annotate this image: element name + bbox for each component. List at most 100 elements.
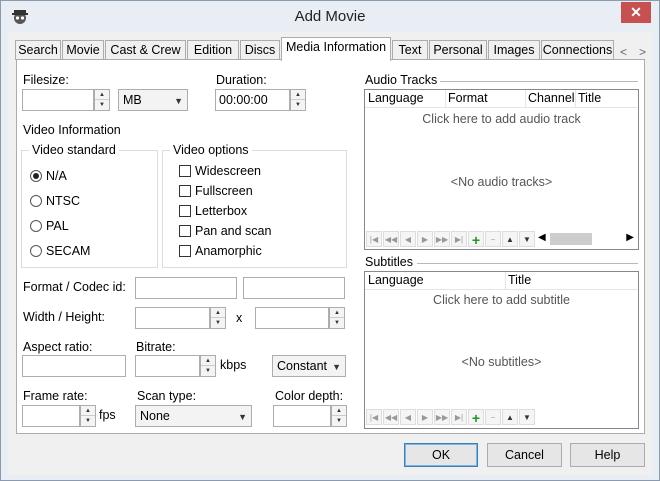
width-input[interactable]: [135, 307, 210, 329]
duration-spinner[interactable]: ▲ ▼: [290, 89, 306, 111]
spin-up-icon[interactable]: ▲: [291, 90, 305, 100]
next-icon[interactable]: ▶: [417, 231, 433, 247]
anamorphic-checkbox[interactable]: [179, 245, 191, 257]
tab-movie[interactable]: Movie: [62, 40, 104, 60]
filesize-unit-select[interactable]: MB ▼: [118, 89, 188, 111]
frame-rate-unit: fps: [99, 408, 116, 422]
audio-col-format[interactable]: Format: [448, 91, 488, 105]
codec-id-input[interactable]: [243, 277, 345, 299]
add-icon[interactable]: +: [468, 409, 484, 426]
spin-up-icon[interactable]: ▲: [81, 406, 95, 416]
color-depth-input[interactable]: [273, 405, 331, 427]
height-input[interactable]: [255, 307, 329, 329]
scroll-thumb[interactable]: [550, 233, 592, 245]
move-down-icon[interactable]: ▼: [519, 231, 535, 247]
next-icon[interactable]: ▶: [417, 409, 433, 425]
spin-down-icon[interactable]: ▼: [330, 318, 344, 328]
aspect-ratio-input[interactable]: [22, 355, 126, 377]
move-down-icon[interactable]: ▼: [519, 409, 535, 425]
close-button[interactable]: ✕: [621, 2, 651, 23]
first-icon[interactable]: |◀: [366, 231, 382, 247]
audio-tracks-grid[interactable]: Language Format Channel Title Click here…: [364, 89, 639, 250]
help-button[interactable]: Help: [570, 443, 645, 467]
duration-input[interactable]: 00:00:00: [215, 89, 290, 111]
next-page-icon[interactable]: ▶▶: [434, 409, 450, 425]
radio-pal[interactable]: [30, 220, 42, 232]
video-information-heading: Video Information: [23, 123, 121, 137]
radio-secam[interactable]: [30, 245, 42, 257]
tab-discs[interactable]: Discs: [240, 40, 280, 60]
filesize-input[interactable]: [22, 89, 94, 111]
radio-na[interactable]: [30, 170, 42, 182]
add-audio-track-row[interactable]: Click here to add audio track: [365, 112, 638, 126]
audio-col-language[interactable]: Language: [368, 91, 424, 105]
spin-up-icon[interactable]: ▲: [330, 308, 344, 318]
move-up-icon[interactable]: ▲: [502, 409, 518, 425]
no-subtitles-text: <No subtitles>: [461, 355, 542, 369]
tab-images[interactable]: Images: [488, 40, 540, 60]
bitrate-spinner[interactable]: ▲ ▼: [200, 355, 216, 377]
height-spinner[interactable]: ▲ ▼: [329, 307, 345, 329]
filesize-unit-value: MB: [123, 93, 142, 107]
tab-search[interactable]: Search: [15, 40, 61, 60]
filesize-spinner[interactable]: ▲ ▼: [94, 89, 110, 111]
tab-scroll-right-icon[interactable]: >: [639, 45, 646, 59]
widescreen-label: Widescreen: [195, 164, 261, 178]
tab-personal[interactable]: Personal: [429, 40, 487, 60]
audio-horizontal-scrollbar[interactable]: ◀ ▶: [536, 231, 636, 247]
tab-text[interactable]: Text: [392, 40, 428, 60]
fullscreen-checkbox[interactable]: [179, 185, 191, 197]
letterbox-checkbox[interactable]: [179, 205, 191, 217]
subtitle-col-title[interactable]: Title: [508, 273, 531, 287]
audio-col-channel[interactable]: Channel: [528, 91, 575, 105]
tab-edition[interactable]: Edition: [187, 40, 239, 60]
color-depth-spinner[interactable]: ▲ ▼: [331, 405, 347, 427]
bitrate-input[interactable]: [135, 355, 200, 377]
subtitles-grid[interactable]: Language Title Click here to add subtitl…: [364, 271, 639, 429]
tab-scroll-left-icon[interactable]: <: [620, 45, 627, 59]
radio-ntsc[interactable]: [30, 195, 42, 207]
frame-rate-spinner[interactable]: ▲ ▼: [80, 405, 96, 427]
widescreen-checkbox[interactable]: [179, 165, 191, 177]
spin-down-icon[interactable]: ▼: [211, 318, 225, 328]
first-icon[interactable]: |◀: [366, 409, 382, 425]
next-page-icon[interactable]: ▶▶: [434, 231, 450, 247]
spin-down-icon[interactable]: ▼: [95, 100, 109, 110]
subtitle-col-language[interactable]: Language: [368, 273, 424, 287]
tab-cast-crew[interactable]: Cast & Crew: [105, 40, 186, 60]
move-up-icon[interactable]: ▲: [502, 231, 518, 247]
audio-col-title[interactable]: Title: [578, 91, 601, 105]
prev-page-icon[interactable]: ◀◀: [383, 409, 399, 425]
ok-button[interactable]: OK: [404, 443, 478, 467]
scroll-left-icon[interactable]: ◀: [538, 232, 546, 243]
remove-icon[interactable]: −: [485, 409, 501, 425]
spin-down-icon[interactable]: ▼: [332, 416, 346, 426]
spin-down-icon[interactable]: ▼: [291, 100, 305, 110]
prev-icon[interactable]: ◀: [400, 409, 416, 425]
radio-secam-label: SECAM: [46, 244, 91, 258]
spin-down-icon[interactable]: ▼: [81, 416, 95, 426]
frame-rate-input[interactable]: [22, 405, 80, 427]
spin-down-icon[interactable]: ▼: [201, 366, 215, 376]
add-icon[interactable]: +: [468, 231, 484, 248]
prev-icon[interactable]: ◀: [400, 231, 416, 247]
spin-up-icon[interactable]: ▲: [332, 406, 346, 416]
spin-up-icon[interactable]: ▲: [211, 308, 225, 318]
last-icon[interactable]: ▶|: [451, 409, 467, 425]
width-spinner[interactable]: ▲ ▼: [210, 307, 226, 329]
remove-icon[interactable]: −: [485, 231, 501, 247]
spin-up-icon[interactable]: ▲: [201, 356, 215, 366]
last-icon[interactable]: ▶|: [451, 231, 467, 247]
pan-and-scan-checkbox[interactable]: [179, 225, 191, 237]
format-input[interactable]: [135, 277, 237, 299]
title-bar[interactable]: Add Movie ✕: [1, 1, 659, 32]
scan-type-select[interactable]: None ▼: [135, 405, 252, 427]
prev-page-icon[interactable]: ◀◀: [383, 231, 399, 247]
tab-media-information[interactable]: Media Information: [281, 37, 391, 61]
add-subtitle-row[interactable]: Click here to add subtitle: [365, 293, 638, 307]
tab-connections[interactable]: Connections: [541, 40, 614, 60]
scroll-right-icon[interactable]: ▶: [626, 232, 634, 243]
bitrate-mode-select[interactable]: Constant ▼: [272, 355, 346, 377]
spin-up-icon[interactable]: ▲: [95, 90, 109, 100]
cancel-button[interactable]: Cancel: [487, 443, 562, 467]
